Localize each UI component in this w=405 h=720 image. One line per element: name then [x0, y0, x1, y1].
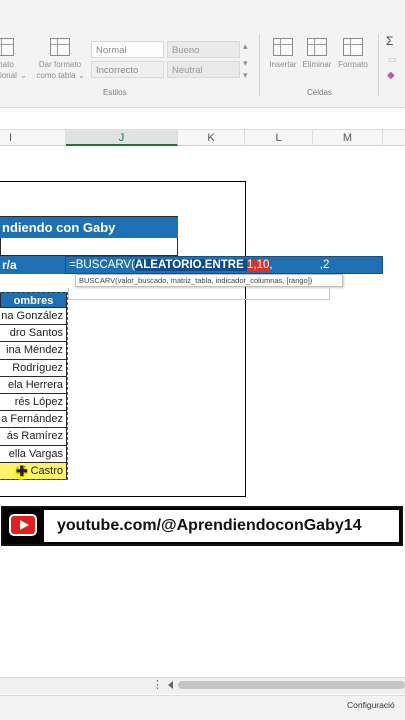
names-header-cell[interactable]: ombres	[0, 292, 67, 308]
horizontal-scrollbar[interactable]	[178, 681, 405, 689]
format-cells-icon[interactable]	[343, 38, 363, 56]
give-format-label-1[interactable]: Dar formato	[34, 60, 86, 70]
name-cell-highlighted[interactable]: tiá Castro	[0, 462, 67, 480]
names-list: na González dro Santos ina Méndez Rodríg…	[0, 308, 67, 480]
style-bueno[interactable]: Bueno	[167, 41, 240, 58]
column-header-i[interactable]: I	[0, 130, 66, 146]
ribbon: mato cional ⌄ Dar formato como tabla ⌄ N…	[0, 0, 405, 108]
blank-cell[interactable]	[0, 238, 178, 256]
function-tooltip[interactable]: BUSCARV(valor_buscado, matriz_tabla, ind…	[75, 274, 343, 287]
name-cell[interactable]: a Fernández	[0, 411, 67, 429]
style-incorrecto[interactable]: Incorrecto	[91, 61, 164, 78]
style-normal[interactable]: Normal	[91, 41, 164, 58]
dropdown-arrow-icon[interactable]: ⌄	[0, 71, 27, 81]
styles-scroll-up-icon[interactable]: ▴	[243, 41, 248, 51]
format-partial-label: mato	[0, 60, 14, 69]
formula-dimmed	[273, 259, 276, 271]
sheet-title-cell[interactable]: ndiendo con Gaby	[0, 216, 178, 238]
status-bar	[0, 695, 405, 720]
chevron-down-icon[interactable]: ⌄	[78, 71, 85, 81]
formula-prefix: =BUSCARV(	[69, 259, 135, 271]
delete-cells-icon[interactable]	[307, 38, 327, 56]
styles-scroll-down-icon[interactable]: ▾	[243, 58, 248, 68]
style-neutral[interactable]: Neutral	[167, 61, 240, 78]
tooltip-border	[68, 288, 330, 300]
name-cell[interactable]: ella Vargas	[0, 445, 67, 463]
cross-cursor-icon: ✚	[16, 463, 28, 479]
column-header-j[interactable]: J	[66, 130, 178, 146]
conditional-format-icon[interactable]	[0, 38, 14, 56]
autosum-icon[interactable]: Σ	[386, 35, 393, 47]
name-cell[interactable]: Rodríguez	[0, 359, 67, 377]
ribbon-divider	[259, 34, 260, 96]
accessibility-config[interactable]: Configuració	[347, 699, 395, 711]
format-label[interactable]: Formato	[336, 60, 370, 70]
name-cell[interactable]: ina Méndez	[0, 342, 67, 360]
cells-group-label: Celdas	[307, 88, 332, 97]
name-cell[interactable]: na González	[0, 308, 67, 326]
scroll-left-icon[interactable]	[168, 681, 173, 689]
name-cell[interactable]: ás Ramírez	[0, 428, 67, 446]
column-header-k[interactable]: K	[178, 130, 245, 146]
formula-function: ALEATORIO.ENTRE	[134, 259, 244, 271]
youtube-url: youtube.com/@AprendiendoconGaby14	[57, 517, 362, 534]
more-options-icon[interactable]: ⋮	[152, 677, 163, 694]
styles-group-label: Estilos	[103, 88, 127, 97]
formula-suffix: ,2	[319, 259, 330, 271]
styles-more-icon[interactable]: ▾	[243, 70, 248, 80]
formula-edit-cell[interactable]: =BUSCARV(ALEATORIO.ENTRE 1,10, ,2	[65, 256, 383, 274]
column-header-l[interactable]: L	[245, 130, 313, 146]
youtube-logo-icon	[9, 514, 37, 536]
give-format-label-2[interactable]: como tabla	[30, 71, 82, 81]
name-cell[interactable]: rés López	[0, 393, 67, 412]
ribbon-divider-2	[378, 34, 379, 96]
name-cell[interactable]: ela Herrera	[0, 376, 67, 394]
name-cell[interactable]: dro Santos	[0, 325, 67, 343]
insert-label[interactable]: Insertar	[266, 60, 300, 70]
clear-icon[interactable]: ◆	[387, 71, 395, 81]
fill-icon[interactable]: ▭	[388, 54, 397, 64]
column-header-m[interactable]: M	[313, 130, 383, 146]
table-format-icon[interactable]	[50, 38, 70, 56]
delete-label[interactable]: Eliminar	[300, 60, 334, 70]
insert-cells-icon[interactable]	[273, 38, 293, 56]
excel-window: mato cional ⌄ Dar formato como tabla ⌄ N…	[0, 0, 405, 720]
column-headers: I J K L M	[0, 129, 405, 146]
na-cell[interactable]: r/a	[0, 256, 64, 274]
formula-args: 1,10	[246, 259, 270, 271]
